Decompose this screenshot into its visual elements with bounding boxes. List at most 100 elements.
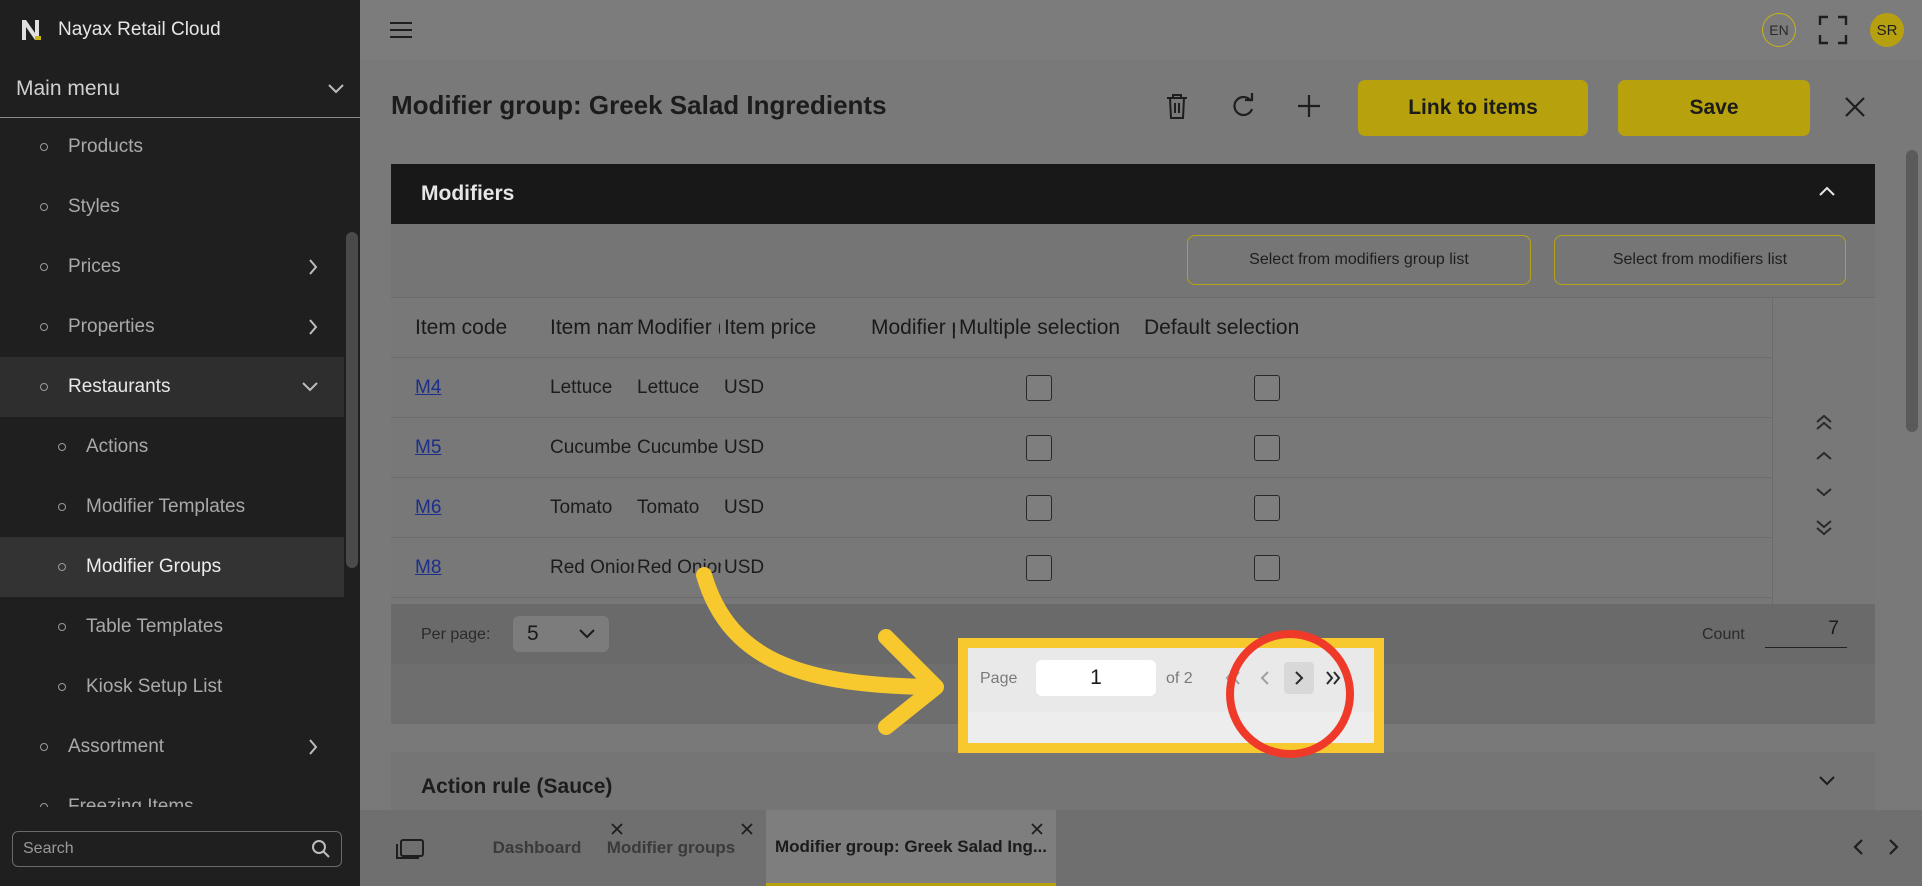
chevron-down-icon[interactable] [1819,776,1835,786]
sidebar-item-label: Styles [68,196,120,217]
sidebar-scrollbar[interactable] [346,232,358,568]
sidebar-item-modifier-templates[interactable]: Modifier Templates [0,477,344,537]
item-code-link[interactable]: M4 [415,377,441,399]
bullet-icon [40,203,48,211]
page-number-input[interactable]: 1 [1036,660,1156,696]
hamburger-menu-icon[interactable] [390,21,412,39]
cell-price: USD [724,497,765,518]
sidebar-item-actions[interactable]: Actions [0,417,344,477]
tutorial-arrow-graphic [696,567,944,735]
table-row[interactable]: M4 Lettuce Lettuce USD [391,358,1772,418]
select-from-modifiers-group-list-button[interactable]: Select from modifiers group list [1187,235,1531,285]
app-title: Nayax Retail Cloud [58,19,221,40]
cell-code[interactable]: M4 [415,358,545,418]
sidebar-item-kiosk-setup-list[interactable]: Kiosk Setup List [0,657,344,717]
tab-label: Modifier groups [606,838,736,857]
sidebar-item-products[interactable]: Products [0,117,344,177]
tab-modifier-groups[interactable]: Modifier groups [576,810,766,886]
column-header[interactable]: Default selection [1144,298,1344,358]
column-header[interactable]: Modifier ( [637,298,720,358]
bullet-icon [40,143,48,151]
close-tab-icon[interactable] [740,822,754,836]
count-value: 7 [1765,618,1847,648]
column-header[interactable]: Item price [724,298,867,358]
sidebar-item-styles[interactable]: Styles [0,177,344,237]
link-to-items-button[interactable]: Link to items [1358,80,1588,136]
move-down-icon[interactable] [1814,486,1834,498]
default-selection-checkbox[interactable] [1254,435,1280,461]
multiple-selection-checkbox[interactable] [1026,495,1052,521]
multiple-selection-checkbox[interactable] [1026,375,1052,401]
sidebar-item-freezing-items[interactable]: Freezing Items [0,777,344,807]
close-icon[interactable] [1844,96,1866,118]
save-button[interactable]: Save [1618,80,1810,136]
sidebar-nav: Products Styles Prices Properties Restaurant… [0,117,344,807]
default-selection-checkbox[interactable] [1254,555,1280,581]
nayax-logo-icon [22,20,41,40]
sidebar-item-table-templates[interactable]: Table Templates [0,597,344,657]
main-menu-label: Main menu [16,76,120,100]
sidebar-item-label: Modifier Templates [86,496,246,517]
trash-icon[interactable] [1165,92,1189,120]
column-header[interactable]: Item code [415,298,546,358]
sidebar-item-properties[interactable]: Properties [0,297,344,357]
modifiers-panel-header[interactable]: Modifiers [391,164,1875,224]
sidebar-item-restaurants[interactable]: Restaurants [0,357,344,417]
refresh-icon[interactable] [1230,92,1256,120]
cell-code[interactable]: M6 [415,478,545,538]
sidebar-item-label: Actions [86,436,149,457]
search-placeholder: Search [23,840,74,857]
cell-code[interactable]: M8 [415,538,545,598]
default-selection-checkbox[interactable] [1254,495,1280,521]
tab-modifier-group-greek-salad[interactable]: Modifier group: Greek Salad Ing... [766,810,1056,886]
item-code-link[interactable]: M6 [415,497,441,519]
cell-code[interactable]: M5 [415,418,545,478]
sidebar-item-label: Assortment [68,736,165,757]
main-scrollbar[interactable] [1906,150,1918,432]
action-rule-panel[interactable]: Action rule (Sauce) [391,752,1875,810]
table-row[interactable]: M5 Cucumbe Cucumbe USD [391,418,1772,478]
per-page-select[interactable]: 5 [513,616,609,652]
chevron-up-icon[interactable] [1819,186,1835,196]
default-selection-checkbox[interactable] [1254,375,1280,401]
windows-icon[interactable] [395,838,425,860]
column-header[interactable]: Multiple selection [959,298,1159,358]
fullscreen-icon[interactable] [1818,15,1848,45]
chevron-left-icon[interactable] [1852,838,1864,856]
multiple-selection-checkbox[interactable] [1026,435,1052,461]
chevron-right-icon[interactable] [1888,838,1900,856]
chevron-right-icon [309,739,318,755]
page-count-label: of 2 [1166,670,1193,687]
select-from-modifiers-list-button[interactable]: Select from modifiers list [1554,235,1846,285]
bullet-icon [40,803,48,807]
sidebar-search-input[interactable]: Search [12,831,342,867]
sidebar-item-label: Restaurants [68,376,171,397]
item-code-link[interactable]: M5 [415,437,441,459]
page-label: Page [980,670,1018,687]
column-header[interactable]: Item nam [550,298,633,358]
main-menu-toggle[interactable]: Main menu [0,60,360,118]
column-header[interactable]: Modifier p [871,298,955,358]
table-row[interactable]: M6 Tomato Tomato USD [391,478,1772,538]
user-avatar[interactable]: SR [1870,13,1904,47]
table-row[interactable]: M8 Red Onior Red Onior USD [391,538,1772,598]
cell-item-name: Tomato [550,497,613,518]
modifiers-panel-title: Modifiers [421,182,515,205]
sidebar-item-modifier-groups[interactable]: Modifier Groups [0,537,344,597]
tab-label: Modifier group: Greek Salad Ing... [774,836,1048,856]
move-up-icon[interactable] [1814,450,1834,462]
bullet-icon [58,503,66,511]
move-to-bottom-icon[interactable] [1814,518,1834,536]
move-to-top-icon[interactable] [1814,414,1834,432]
sidebar-item-label: Modifier Groups [86,556,222,577]
bullet-icon [58,443,66,451]
search-icon[interactable] [311,839,331,859]
modifiers-toolbar: Select from modifiers group list Select … [391,224,1875,298]
multiple-selection-checkbox[interactable] [1026,555,1052,581]
language-selector[interactable]: EN [1762,13,1796,47]
item-code-link[interactable]: M8 [415,557,441,579]
add-icon[interactable] [1296,92,1322,120]
close-tab-icon[interactable] [1030,822,1044,836]
sidebar-item-assortment[interactable]: Assortment [0,717,344,777]
sidebar-item-prices[interactable]: Prices [0,237,344,297]
